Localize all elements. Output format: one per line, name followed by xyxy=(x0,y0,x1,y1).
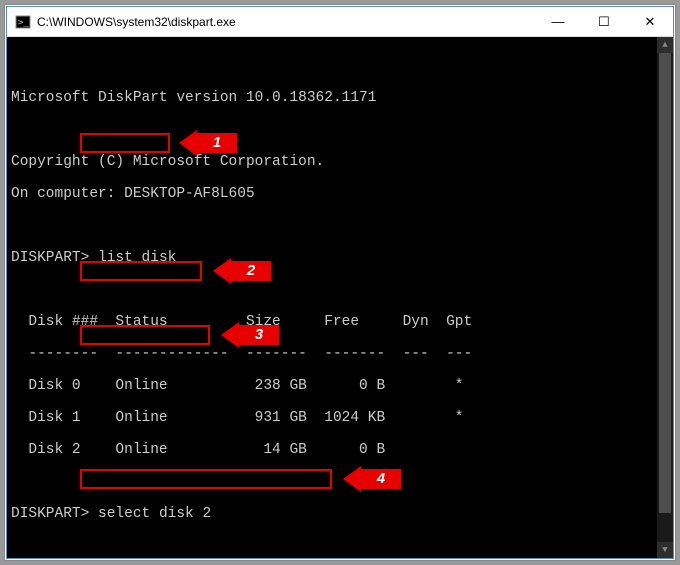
minimize-icon: — xyxy=(552,14,565,29)
copyright-line: Copyright (C) Microsoft Corporation. xyxy=(11,154,671,170)
terminal-icon: >_ xyxy=(15,14,31,30)
maximize-button[interactable]: ☐ xyxy=(581,7,627,37)
scrollbar[interactable]: ▲ ▼ xyxy=(657,37,673,558)
table-divider: -------- ------------- ------- ------- -… xyxy=(11,346,671,362)
maximize-icon: ☐ xyxy=(598,14,610,30)
callout-label: 1 xyxy=(213,135,221,151)
scroll-thumb[interactable] xyxy=(659,53,671,513)
table-row: Disk 0 Online 238 GB 0 B * xyxy=(11,378,671,394)
table-header: Disk ### Status Size Free Dyn Gpt xyxy=(11,314,671,330)
close-button[interactable]: ✕ xyxy=(627,7,673,37)
table-row: Disk 1 Online 931 GB 1024 KB * xyxy=(11,410,671,426)
svg-text:>_: >_ xyxy=(18,18,29,28)
terminal-area[interactable]: Microsoft DiskPart version 10.0.18362.11… xyxy=(7,37,673,558)
minimize-button[interactable]: — xyxy=(535,7,581,37)
close-icon: ✕ xyxy=(645,14,656,30)
outer-frame: >_ C:\WINDOWS\system32\diskpart.exe — ☐ … xyxy=(4,4,676,561)
version-line: Microsoft DiskPart version 10.0.18362.11… xyxy=(11,90,671,106)
prompt-1: DISKPART> list disk xyxy=(11,250,671,266)
window-title: C:\WINDOWS\system32\diskpart.exe xyxy=(37,15,236,29)
titlebar[interactable]: >_ C:\WINDOWS\system32\diskpart.exe — ☐ … xyxy=(7,7,673,37)
table-row: Disk 2 Online 14 GB 0 B xyxy=(11,442,671,458)
scroll-up-button[interactable]: ▲ xyxy=(657,37,673,53)
prompt-2: DISKPART> select disk 2 xyxy=(11,506,671,522)
computer-line: On computer: DESKTOP-AF8L605 xyxy=(11,186,671,202)
window: >_ C:\WINDOWS\system32\diskpart.exe — ☐ … xyxy=(6,6,674,559)
scroll-down-button[interactable]: ▼ xyxy=(657,542,673,558)
